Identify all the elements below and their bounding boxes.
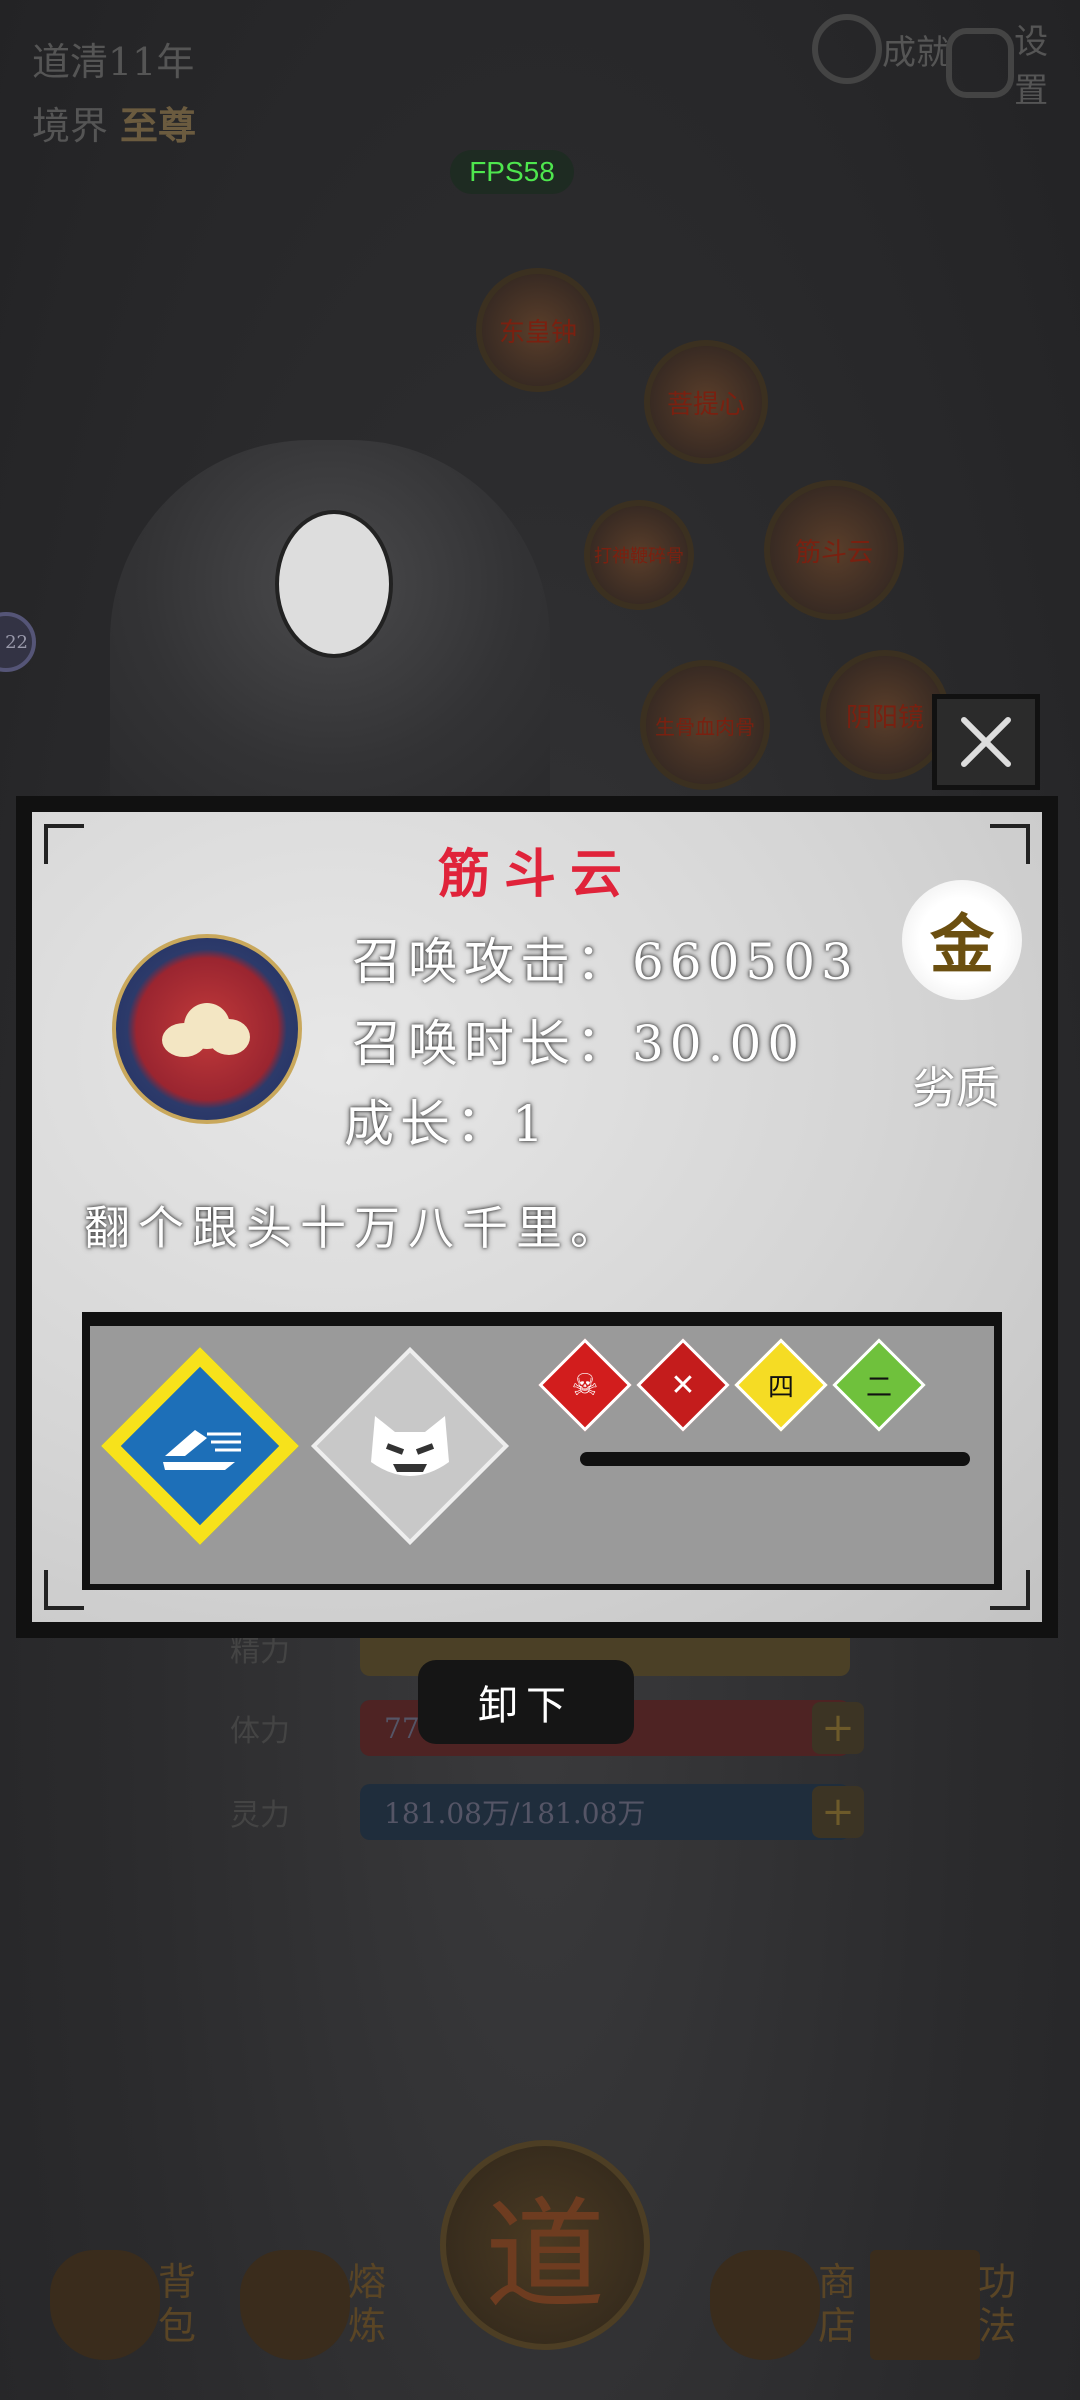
mp-label: 灵力 [230,1798,290,1833]
cloud-icon [112,934,302,1124]
two-icon[interactable]: 二 [832,1338,926,1432]
nav-label: 熔炼 [348,2260,387,2348]
orb-dashenbian[interactable]: 打神鞭碎骨 [584,500,694,610]
mp-bar: 181.08万/181.08万 + [360,1784,864,1840]
growth-value: 1 [512,1095,550,1153]
furnace-icon [240,2250,350,2360]
unequip-button[interactable]: 卸下 [418,1660,634,1744]
nav-refine[interactable]: 熔炼 [230,2230,410,2370]
speed-icon[interactable] [101,1347,299,1545]
plus-icon[interactable]: + [812,1702,864,1754]
corner-ornament [44,1570,84,1610]
cat-face-icon[interactable] [311,1347,509,1545]
orb-label: 打神鞭碎骨 [594,546,684,567]
plus-icon[interactable]: + [812,1786,864,1838]
close-button[interactable] [932,694,1040,790]
summon-attack-value: 660503 [632,933,859,991]
summon-duration-value: 30.00 [632,1015,806,1073]
settings-button[interactable]: 设置 [946,14,1080,112]
orb-jindouyun[interactable]: 筋斗云 [764,480,904,620]
nav-label: 商店 [818,2260,857,2348]
item-detail-modal: 筋斗云 召唤攻击：660503 召唤时长：30.00 成长：1 金 劣质 翻个跟… [16,796,1058,1638]
book-icon [870,2250,980,2360]
daoqing-year: 道清11年 [32,40,195,84]
stat-row-mp: 灵力 181.08万/181.08万 + [230,1784,864,1840]
achievement-button[interactable]: 成就 [812,14,950,84]
hp-label: 体力 [230,1714,290,1749]
realm-label: 境界 [32,104,109,148]
orb-shenggu[interactable]: 生骨血肉骨 [640,660,770,790]
item-title: 筋斗云 [437,844,636,905]
quality-label: 劣质 [912,1063,1000,1114]
gear-icon [946,28,1015,98]
orb-bodhi-heart[interactable]: 菩提心 [644,340,768,464]
effect-panel: ☠ ✕ 四 二 [82,1312,1002,1590]
realm-value: 至尊 [120,103,197,148]
nav-bag[interactable]: 背包 [40,2230,220,2370]
orb-label: 阴阳镜 [845,702,924,733]
mp-value: 181.08万/181.08万 [384,1797,646,1830]
settings-label: 设置 [1014,22,1049,111]
summon-attack-label: 召唤攻击： [352,933,632,991]
orb-label: 生骨血肉骨 [655,714,755,739]
summon-duration: 召唤时长：30.00 [352,1004,805,1076]
character-portrait [110,440,550,800]
orb-label: 菩提心 [666,389,745,420]
four-icon[interactable]: 四 [734,1338,828,1432]
growth: 成长：1 [344,1084,550,1156]
fps-counter: FPS58 [450,150,574,194]
realm-line: 境界 至尊 [32,94,196,158]
orb-label: 筋斗云 [794,537,873,568]
mask-face [275,510,393,658]
summon-attack: 召唤攻击：660503 [352,922,859,994]
summon-duration-label: 召唤时长： [352,1015,632,1073]
nav-shop[interactable]: 商店 [700,2230,880,2370]
orb-donghuang-bell[interactable]: 东皇钟 [476,268,600,392]
crossed-swords-icon[interactable]: ✕ [636,1338,730,1432]
nav-skills[interactable]: 功法 [860,2230,1040,2370]
bag-icon [50,2250,160,2360]
dao-seal-button[interactable]: 道 [440,2140,650,2350]
skull-cat-icon[interactable]: ☠ [538,1338,632,1432]
achievement-label: 成就 [882,32,950,73]
orb-yinyang[interactable]: 阴阳镜 [820,650,950,780]
close-icon [961,717,1011,767]
quality-badge: 金 [902,880,1022,1000]
moon-icon [812,14,882,84]
scroll-map-icon [710,2250,820,2360]
nav-label: 背包 [158,2260,197,2348]
item-description: 翻个跟头十万八千里。 [84,1201,624,1255]
growth-label: 成长： [344,1095,512,1153]
hud-info: 道清11年 境界 至尊 [32,30,196,158]
orb-label: 东皇钟 [498,317,577,348]
ink-divider [580,1452,970,1466]
nav-label: 功法 [978,2260,1017,2348]
